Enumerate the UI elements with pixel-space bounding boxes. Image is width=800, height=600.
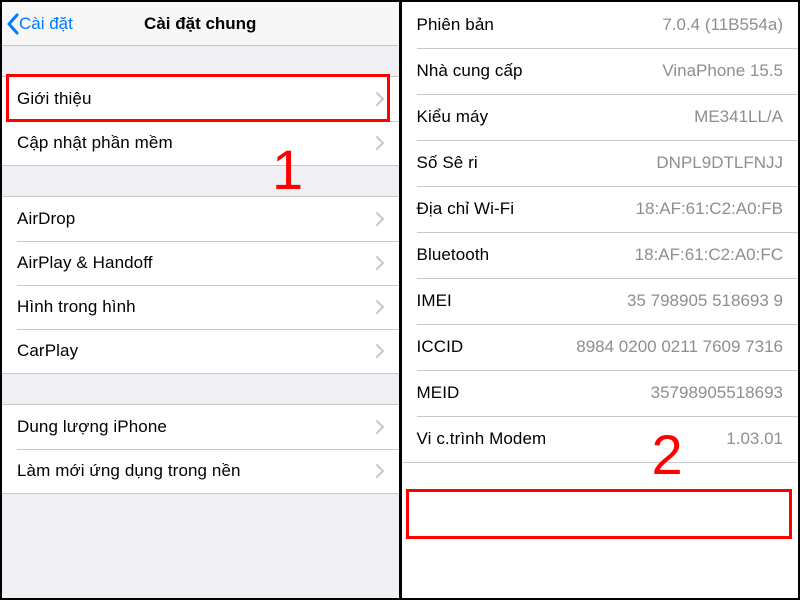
general-settings-pane: Cài đặt Cài đặt chung Giới thiệu Cập nhậ… — [2, 2, 402, 598]
row-label: CarPlay — [17, 341, 78, 361]
row-label: Vi c.trình Modem — [417, 429, 547, 449]
row-value: 18:AF:61:C2:A0:FB — [636, 199, 783, 219]
chevron-right-icon — [376, 464, 384, 478]
row-about[interactable]: Giới thiệu — [2, 77, 399, 121]
about-details-pane: Phiên bản 7.0.4 (11B554a) Nhà cung cấp V… — [402, 2, 799, 598]
row-model[interactable]: Kiểu máy ME341LL/A — [402, 94, 799, 140]
nav-bar: Cài đặt Cài đặt chung — [2, 2, 399, 46]
settings-group-about: Giới thiệu Cập nhật phần mềm — [2, 76, 399, 166]
row-background-refresh[interactable]: Làm mới ứng dụng trong nền — [2, 449, 399, 493]
row-bluetooth[interactable]: Bluetooth 18:AF:61:C2:A0:FC — [402, 232, 799, 278]
chevron-right-icon — [376, 212, 384, 226]
row-value: 35 798905 518693 9 — [627, 291, 783, 311]
chevron-left-icon — [6, 13, 19, 35]
row-carplay[interactable]: CarPlay — [2, 329, 399, 373]
row-label: MEID — [417, 383, 460, 403]
row-value: 1.03.01 — [726, 429, 783, 449]
row-imei[interactable]: IMEI 35 798905 518693 9 — [402, 278, 799, 324]
row-label: Kiểu máy — [417, 107, 489, 127]
row-carrier[interactable]: Nhà cung cấp VinaPhone 15.5 — [402, 48, 799, 94]
row-label: Hình trong hình — [17, 297, 136, 317]
row-label: Dung lượng iPhone — [17, 417, 167, 437]
row-label: ICCID — [417, 337, 464, 357]
row-meid[interactable]: MEID 35798905518693 — [402, 370, 799, 416]
annotation-highlight-2 — [406, 489, 792, 539]
chevron-right-icon — [376, 92, 384, 106]
row-value: VinaPhone 15.5 — [662, 61, 783, 81]
chevron-right-icon — [376, 344, 384, 358]
row-iccid[interactable]: ICCID 8984 0200 0211 7609 7316 — [402, 324, 799, 370]
row-label: Cập nhật phần mềm — [17, 133, 173, 153]
row-value: 35798905518693 — [651, 383, 783, 403]
row-iphone-storage[interactable]: Dung lượng iPhone — [2, 405, 399, 449]
row-value: 8984 0200 0211 7609 7316 — [576, 337, 783, 357]
row-label: Địa chỉ Wi-Fi — [417, 199, 515, 219]
row-label: AirDrop — [17, 209, 75, 229]
row-label: Số Sê ri — [417, 153, 478, 173]
chevron-right-icon — [376, 300, 384, 314]
row-value: 7.0.4 (11B554a) — [662, 15, 783, 35]
row-value: ME341LL/A — [694, 107, 783, 127]
row-label: Giới thiệu — [17, 89, 92, 109]
about-list: Phiên bản 7.0.4 (11B554a) Nhà cung cấp V… — [402, 2, 799, 463]
chevron-right-icon — [376, 256, 384, 270]
row-serial[interactable]: Số Sê ri DNPL9DTLFNJJ — [402, 140, 799, 186]
row-label: Phiên bản — [417, 15, 494, 35]
back-button[interactable]: Cài đặt — [2, 13, 73, 35]
row-label: Bluetooth — [417, 245, 490, 265]
row-label: Nhà cung cấp — [417, 61, 523, 81]
row-label: AirPlay & Handoff — [17, 253, 153, 273]
row-modem-firmware[interactable]: Vi c.trình Modem 1.03.01 — [402, 416, 799, 462]
row-value: 18:AF:61:C2:A0:FC — [635, 245, 783, 265]
row-software-update[interactable]: Cập nhật phần mềm — [2, 121, 399, 165]
row-version[interactable]: Phiên bản 7.0.4 (11B554a) — [402, 2, 799, 48]
row-value: DNPL9DTLFNJJ — [656, 153, 783, 173]
row-picture-in-picture[interactable]: Hình trong hình — [2, 285, 399, 329]
row-airdrop[interactable]: AirDrop — [2, 197, 399, 241]
chevron-right-icon — [376, 420, 384, 434]
row-label: Làm mới ứng dụng trong nền — [17, 461, 241, 481]
row-wifi-address[interactable]: Địa chỉ Wi-Fi 18:AF:61:C2:A0:FB — [402, 186, 799, 232]
row-airplay-handoff[interactable]: AirPlay & Handoff — [2, 241, 399, 285]
settings-group-airplay: AirDrop AirPlay & Handoff Hình trong hìn… — [2, 196, 399, 374]
chevron-right-icon — [376, 136, 384, 150]
settings-group-storage: Dung lượng iPhone Làm mới ứng dụng trong… — [2, 404, 399, 494]
back-label: Cài đặt — [19, 14, 73, 34]
row-label: IMEI — [417, 291, 452, 311]
